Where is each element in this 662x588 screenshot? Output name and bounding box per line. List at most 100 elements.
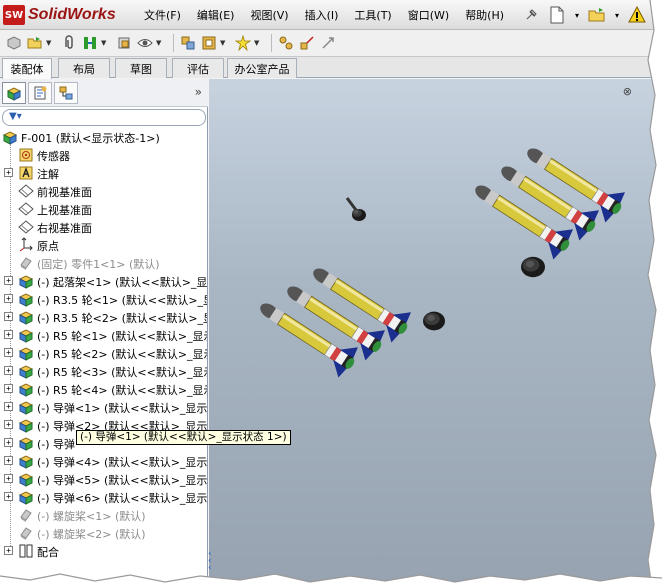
chevron-down-icon[interactable]: ▼: [254, 39, 262, 47]
tree-item-label: (-) 导弹: [37, 438, 76, 451]
wheel-part[interactable]: [423, 311, 445, 331]
expand-toggle-icon[interactable]: +: [4, 384, 13, 393]
expand-toggle-icon[interactable]: +: [4, 168, 13, 177]
panel-tab-strip: »: [0, 79, 208, 107]
menu-help[interactable]: 帮助(H): [457, 7, 512, 23]
tree-item[interactable]: (-) 螺旋桨<1> (默认): [0, 506, 207, 524]
expand-toggle-icon[interactable]: +: [4, 366, 13, 375]
tab-office-products[interactable]: 办公室产品: [227, 58, 297, 78]
menu-view[interactable]: 视图(V): [242, 7, 296, 23]
reference-geometry-icon[interactable]: [199, 33, 219, 53]
subassembly-icon: [18, 489, 34, 505]
tree-item[interactable]: 原点: [0, 236, 207, 254]
assembly-features-icon[interactable]: [178, 33, 198, 53]
tree-item[interactable]: 前视基准面: [0, 182, 207, 200]
tree-item[interactable]: (固定) 零件1<1> (默认): [0, 254, 207, 272]
graphics-area[interactable]: ⊗: [209, 79, 656, 582]
tab-assembly[interactable]: 装配体: [2, 58, 52, 79]
tree-item[interactable]: + (-) 导弹<4> (默认<<默认>_显示: [0, 452, 207, 470]
wheel-part[interactable]: [521, 256, 545, 278]
tab-evaluate[interactable]: 评估: [172, 58, 224, 78]
expand-toggle-icon[interactable]: +: [4, 402, 13, 411]
tree-item[interactable]: + (-) R3.5 轮<1> (默认<<默认>_显: [0, 290, 207, 308]
expand-toggle-icon[interactable]: +: [4, 492, 13, 501]
tree-item[interactable]: 上视基准面: [0, 200, 207, 218]
chevron-down-icon[interactable]: ▾: [572, 4, 582, 26]
tree-root-assembly[interactable]: F-001 (默认<显示状态-1>): [0, 128, 207, 146]
featuremanager-tab[interactable]: [2, 81, 26, 104]
exploded-view-icon[interactable]: [276, 33, 296, 53]
menu-window[interactable]: 窗口(W): [400, 7, 457, 23]
tree-item[interactable]: + (-) 导弹<5> (默认<<默认>_显示: [0, 470, 207, 488]
open-folder-icon[interactable]: [586, 4, 608, 26]
expand-toggle-icon[interactable]: +: [4, 348, 13, 357]
chevron-down-icon[interactable]: ▼: [101, 39, 109, 47]
open-component-icon[interactable]: [25, 33, 45, 53]
solidworks-logo[interactable]: SW SolidWorks: [3, 4, 116, 26]
chevron-down-icon[interactable]: ▼: [46, 39, 54, 47]
tree-item[interactable]: + (-) R5 轮<4> (默认<<默认>_显示: [0, 380, 207, 398]
tree-item-label: 注解: [37, 168, 59, 181]
configurationmanager-tab[interactable]: [54, 81, 78, 104]
tree-item[interactable]: + (-) 起落架<1> (默认<<默认>_显: [0, 272, 207, 290]
tree-item-label: (-) 导弹<1> (默认<<默认>_显示: [37, 402, 207, 415]
subassembly-icon: [18, 471, 34, 487]
tree-item[interactable]: + (-) R5 轮<2> (默认<<默认>_显示: [0, 344, 207, 362]
instant3d-icon[interactable]: [318, 33, 338, 53]
tree-item[interactable]: + (-) 导弹<6> (默认<<默认>_显示: [0, 488, 207, 506]
show-hidden-icon[interactable]: [135, 33, 155, 53]
menu-tools[interactable]: 工具(T): [346, 7, 399, 23]
expand-toggle-icon[interactable]: +: [4, 438, 13, 447]
tree-item[interactable]: + (-) R5 轮<1> (默认<<默认>_显示: [0, 326, 207, 344]
subassembly-icon: [18, 291, 34, 307]
new-motion-study-icon[interactable]: [233, 33, 253, 53]
expand-toggle-icon[interactable]: +: [4, 330, 13, 339]
move-component-icon[interactable]: [114, 33, 134, 53]
tree-item-label: (-) 导弹<6> (默认<<默认>_显示: [37, 492, 207, 505]
tab-layout[interactable]: 布局: [58, 58, 110, 78]
menu-edit[interactable]: 编辑(E): [189, 7, 243, 23]
tree-item[interactable]: + (-) 导弹<1> (默认<<默认>_显示: [0, 398, 207, 416]
tree-item[interactable]: + (-) R5 轮<3> (默认<<默认>_显示: [0, 362, 207, 380]
tree-item[interactable]: 右视基准面: [0, 218, 207, 236]
tree-item[interactable]: 传感器: [0, 146, 207, 164]
tree-item-label: (-) 导弹<4> (默认<<默认>_显示: [37, 456, 207, 469]
chevron-down-icon[interactable]: ▼: [156, 39, 164, 47]
tab-sketch[interactable]: 草图: [115, 58, 167, 78]
propertymanager-tab[interactable]: [28, 81, 52, 104]
tree-filter[interactable]: ▼▾: [2, 109, 206, 126]
menu-insert[interactable]: 插入(I): [297, 7, 347, 23]
part-icon: [18, 507, 34, 523]
landing-gear-part[interactable]: [345, 197, 358, 211]
expand-panel-icon[interactable]: »: [195, 85, 202, 99]
expand-toggle-icon[interactable]: +: [4, 420, 13, 429]
view-orientation-icon[interactable]: ⊗: [623, 85, 632, 98]
new-document-icon[interactable]: [546, 4, 568, 26]
filter-icon[interactable]: ▼▾: [9, 111, 22, 122]
mate-icon[interactable]: [80, 33, 100, 53]
expand-toggle-icon[interactable]: +: [4, 546, 13, 555]
gear-wheel-part[interactable]: [352, 209, 366, 221]
expand-toggle-icon[interactable]: +: [4, 456, 13, 465]
tree-item[interactable]: + 配合: [0, 542, 207, 560]
insert-component-icon[interactable]: [4, 33, 24, 53]
explode-line-sketch-icon[interactable]: [297, 33, 317, 53]
expand-toggle-icon[interactable]: +: [4, 276, 13, 285]
torn-edge-right: [644, 0, 662, 588]
pin-icon[interactable]: [520, 4, 542, 26]
menu-file[interactable]: 文件(F): [136, 7, 189, 23]
tree-item-label: 前视基准面: [37, 186, 92, 199]
paperclip-icon[interactable]: [59, 33, 79, 53]
expand-toggle-icon[interactable]: +: [4, 474, 13, 483]
expand-toggle-icon[interactable]: +: [4, 312, 13, 321]
annotation-icon: [18, 165, 34, 181]
panel-splitter-grip[interactable]: ‹ ‹ ‹: [208, 550, 216, 573]
tree-item[interactable]: + 注解: [0, 164, 207, 182]
tree-item[interactable]: + (-) R3.5 轮<2> (默认<<默认>_显: [0, 308, 207, 326]
chevron-down-icon[interactable]: ▼: [220, 39, 228, 47]
tree-item-label: 上视基准面: [37, 204, 92, 217]
subassembly-icon: [18, 435, 34, 451]
tree-item[interactable]: (-) 螺旋桨<2> (默认): [0, 524, 207, 542]
chevron-down-icon[interactable]: ▾: [612, 4, 622, 26]
expand-toggle-icon[interactable]: +: [4, 294, 13, 303]
